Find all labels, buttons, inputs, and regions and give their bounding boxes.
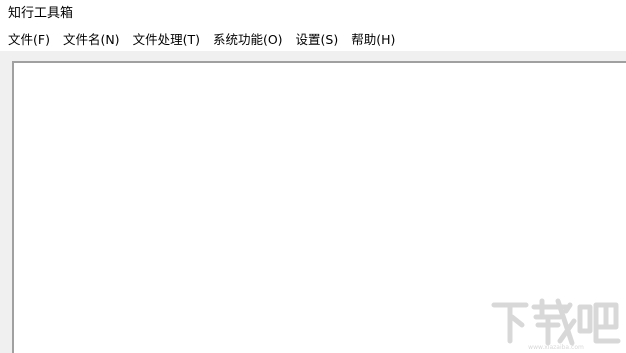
toolbar-spacer bbox=[0, 51, 626, 61]
title-bar: 知行工具箱 bbox=[0, 0, 626, 29]
menu-bar: 文件(F) 文件名(N) 文件处理(T) 系统功能(O) 设置(S) 帮助(H) bbox=[0, 29, 626, 51]
menu-file-processing[interactable]: 文件处理(T) bbox=[127, 30, 207, 50]
window-title: 知行工具箱 bbox=[8, 6, 74, 21]
left-gutter bbox=[0, 51, 12, 353]
watermark-site-text: www.xiazaiba.com bbox=[528, 344, 584, 351]
menu-system-functions[interactable]: 系统功能(O) bbox=[207, 30, 290, 50]
app-window: 知行工具箱 文件(F) 文件名(N) 文件处理(T) 系统功能(O) 设置(S)… bbox=[0, 0, 626, 353]
menu-help[interactable]: 帮助(H) bbox=[345, 30, 402, 50]
menu-file[interactable]: 文件(F) bbox=[2, 30, 57, 50]
menu-filename[interactable]: 文件名(N) bbox=[57, 30, 127, 50]
site-watermark-logo: www.xiazaiba.com bbox=[491, 298, 621, 351]
menu-settings[interactable]: 设置(S) bbox=[290, 30, 346, 50]
